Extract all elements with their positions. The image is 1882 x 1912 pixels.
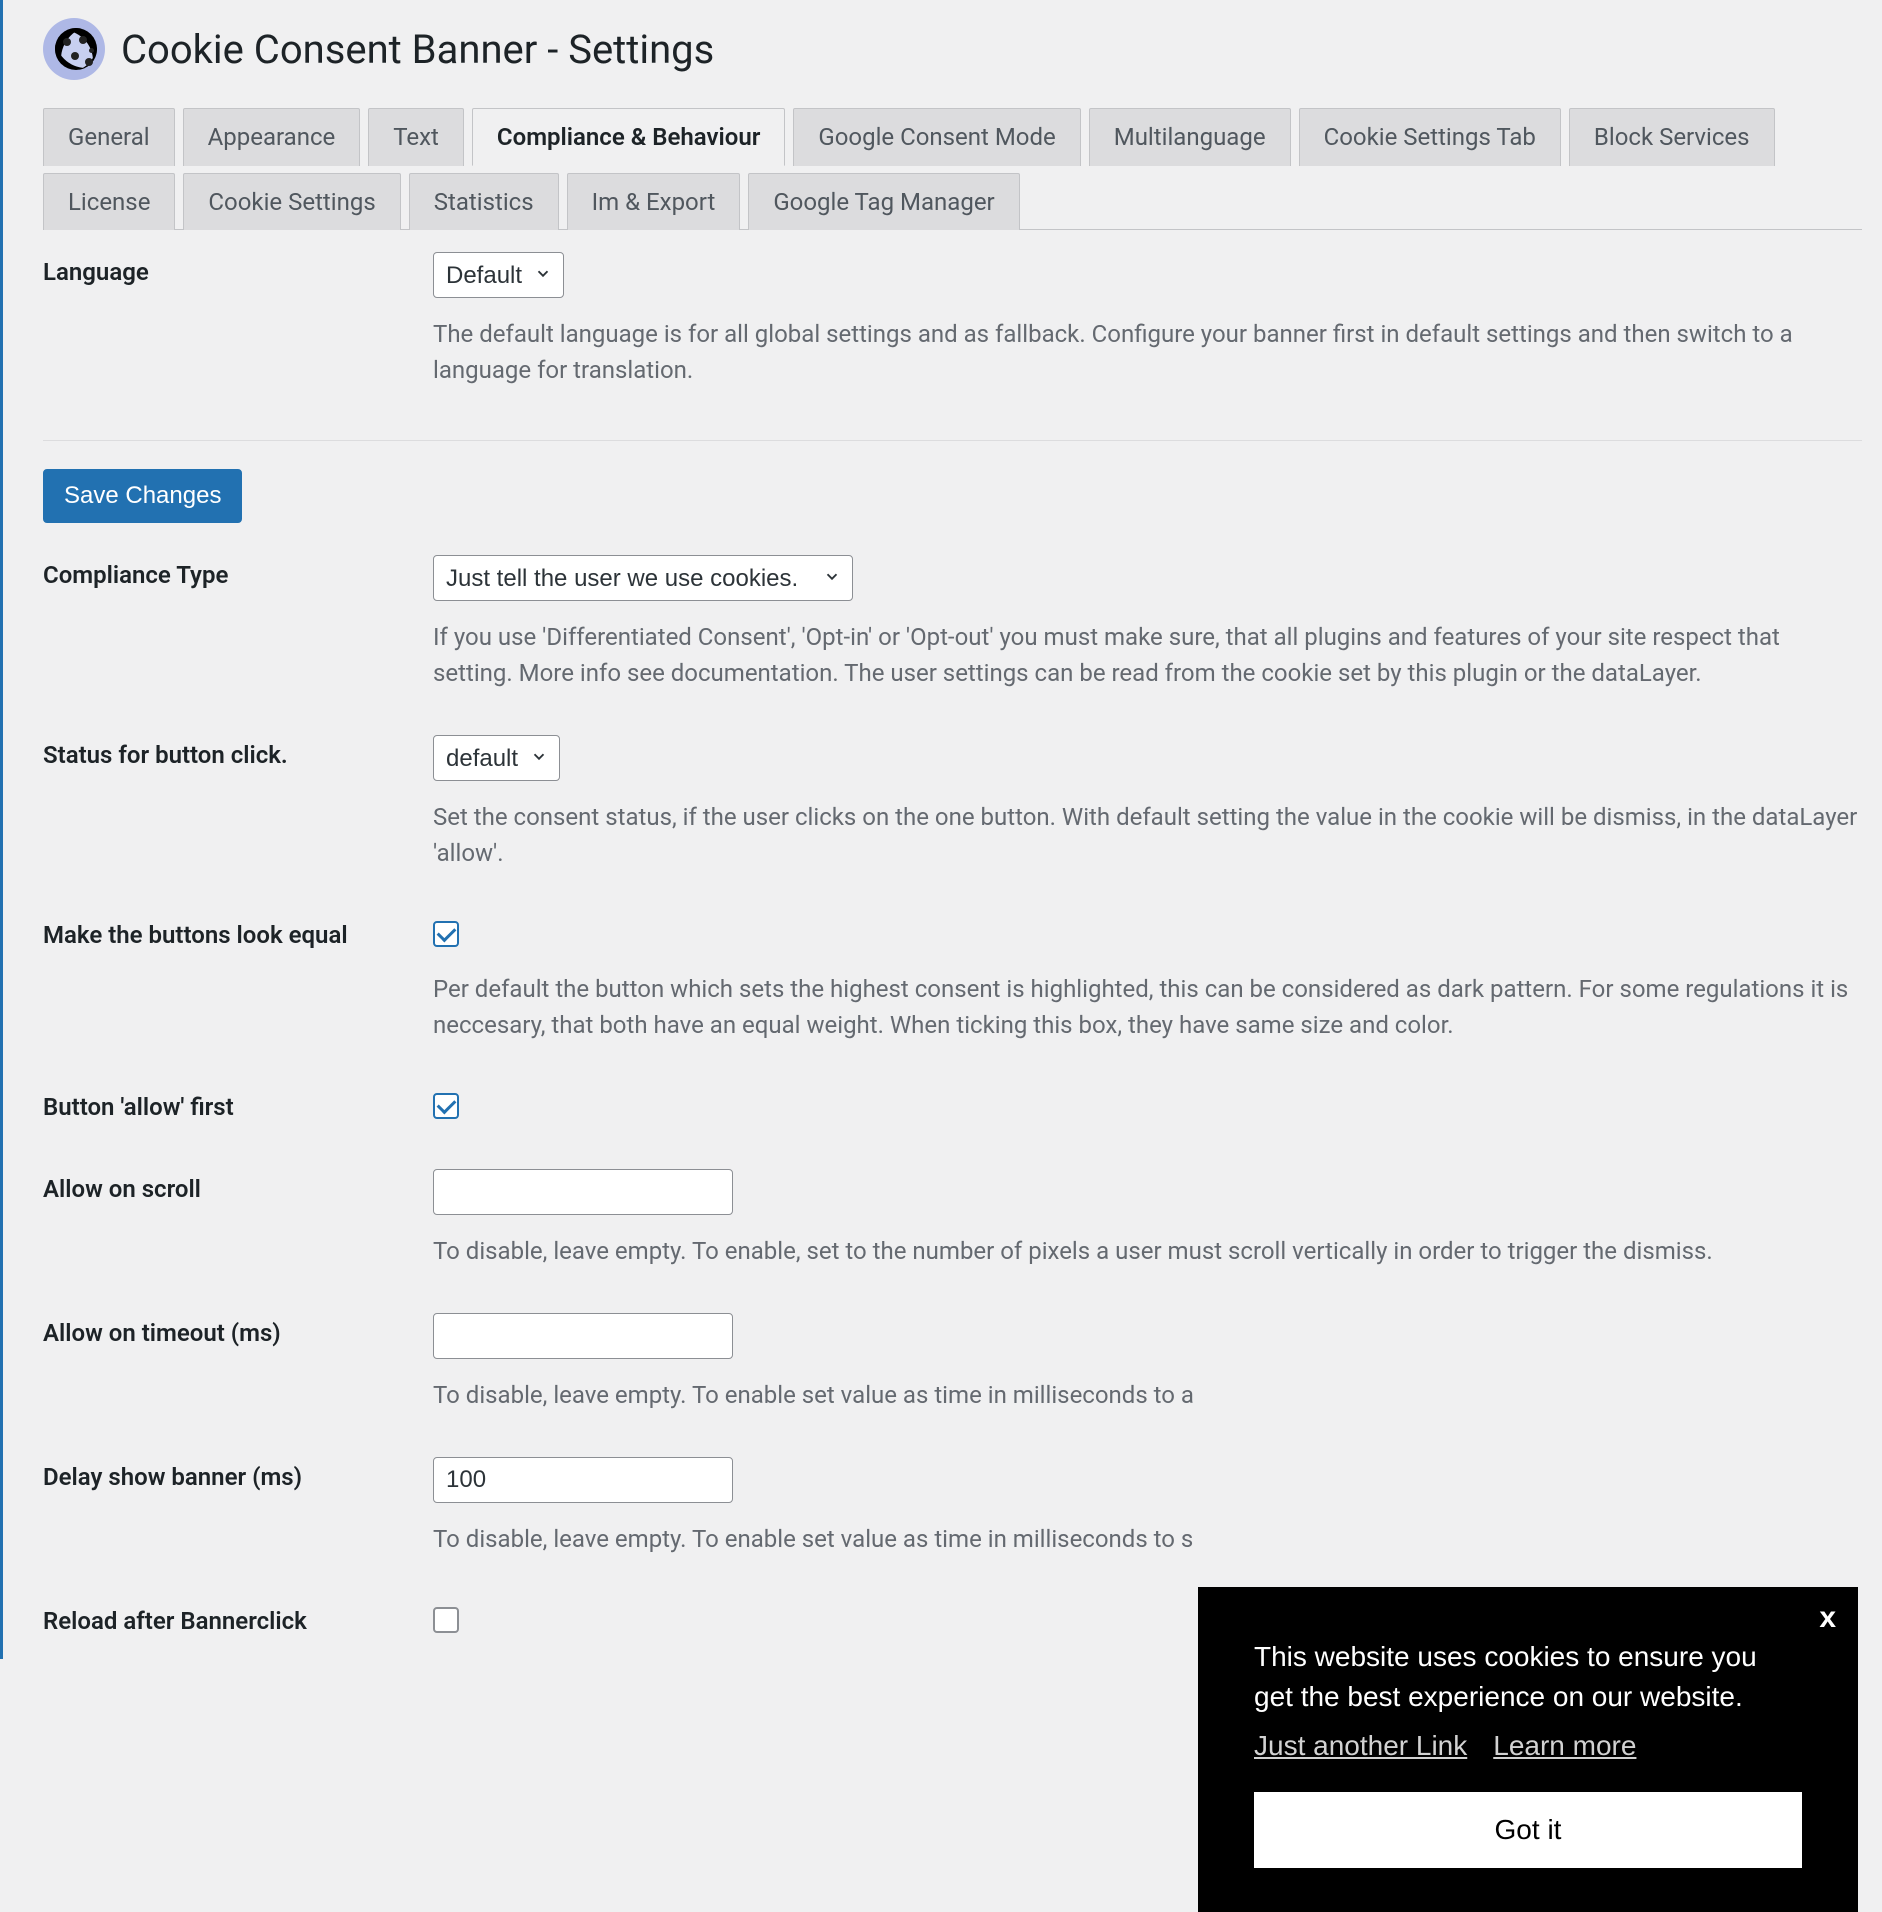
- tab-cookie-settings[interactable]: Cookie Settings: [183, 173, 400, 230]
- tab-license[interactable]: License: [43, 173, 175, 230]
- tab-general[interactable]: General: [43, 108, 175, 166]
- label-reload-after: Reload after Bannerclick: [43, 1601, 433, 1635]
- label-allow-on-timeout: Allow on timeout (ms): [43, 1313, 433, 1347]
- allow-on-scroll-description: To disable, leave empty. To enable, set …: [433, 1233, 1862, 1269]
- label-buttons-equal: Make the buttons look equal: [43, 915, 433, 949]
- tab-im-export[interactable]: Im & Export: [567, 173, 741, 230]
- cookie-banner-link-2[interactable]: Learn more: [1493, 1730, 1636, 1762]
- status-button-click-select[interactable]: default: [433, 735, 560, 781]
- allow-on-timeout-description: To disable, leave empty. To enable set v…: [433, 1377, 1862, 1413]
- tab-google-tag-manager[interactable]: Google Tag Manager: [748, 173, 1019, 230]
- tab-cookie-settings-tab[interactable]: Cookie Settings Tab: [1299, 108, 1561, 166]
- tab-bar: GeneralAppearanceTextCompliance & Behavi…: [43, 98, 1862, 230]
- tab-statistics[interactable]: Statistics: [409, 173, 559, 230]
- allow-on-scroll-input[interactable]: [433, 1169, 733, 1215]
- buttons-equal-checkbox[interactable]: [433, 921, 459, 947]
- divider: [43, 440, 1862, 441]
- tab-compliance-behaviour[interactable]: Compliance & Behaviour: [472, 108, 785, 166]
- tab-google-consent-mode[interactable]: Google Consent Mode: [793, 108, 1080, 166]
- delay-show-description: To disable, leave empty. To enable set v…: [433, 1521, 1862, 1557]
- tab-appearance[interactable]: Appearance: [183, 108, 361, 166]
- delay-show-input[interactable]: [433, 1457, 733, 1503]
- buttons-equal-description: Per default the button which sets the hi…: [433, 971, 1862, 1043]
- allow-on-timeout-input[interactable]: [433, 1313, 733, 1359]
- allow-first-checkbox[interactable]: [433, 1093, 459, 1119]
- language-select[interactable]: Default: [433, 252, 564, 298]
- reload-after-checkbox[interactable]: [433, 1607, 459, 1633]
- page-title: Cookie Consent Banner - Settings: [121, 26, 714, 73]
- tab-multilanguage[interactable]: Multilanguage: [1089, 108, 1291, 166]
- compliance-type-select[interactable]: Just tell the user we use cookies.: [433, 555, 853, 601]
- cookie-banner: x This website uses cookies to ensure yo…: [1198, 1587, 1858, 1912]
- plugin-logo: [43, 18, 105, 80]
- status-button-click-description: Set the consent status, if the user clic…: [433, 799, 1862, 871]
- cookie-banner-accept-button[interactable]: Got it: [1254, 1792, 1802, 1868]
- tab-text[interactable]: Text: [368, 108, 464, 166]
- label-status-button-click: Status for button click.: [43, 735, 433, 769]
- label-compliance-type: Compliance Type: [43, 555, 433, 589]
- cookie-banner-text: This website uses cookies to ensure you …: [1254, 1637, 1802, 1718]
- cookie-banner-link-1[interactable]: Just another Link: [1254, 1730, 1467, 1762]
- language-description: The default language is for all global s…: [433, 316, 1862, 388]
- label-language: Language: [43, 252, 433, 286]
- label-allow-first: Button 'allow' first: [43, 1087, 433, 1121]
- label-allow-on-scroll: Allow on scroll: [43, 1169, 433, 1203]
- save-button[interactable]: Save Changes: [43, 469, 242, 523]
- compliance-type-description: If you use 'Differentiated Consent', 'Op…: [433, 619, 1862, 691]
- close-icon[interactable]: x: [1819, 1601, 1836, 1635]
- label-delay-show: Delay show banner (ms): [43, 1457, 433, 1491]
- tab-block-services[interactable]: Block Services: [1569, 108, 1775, 166]
